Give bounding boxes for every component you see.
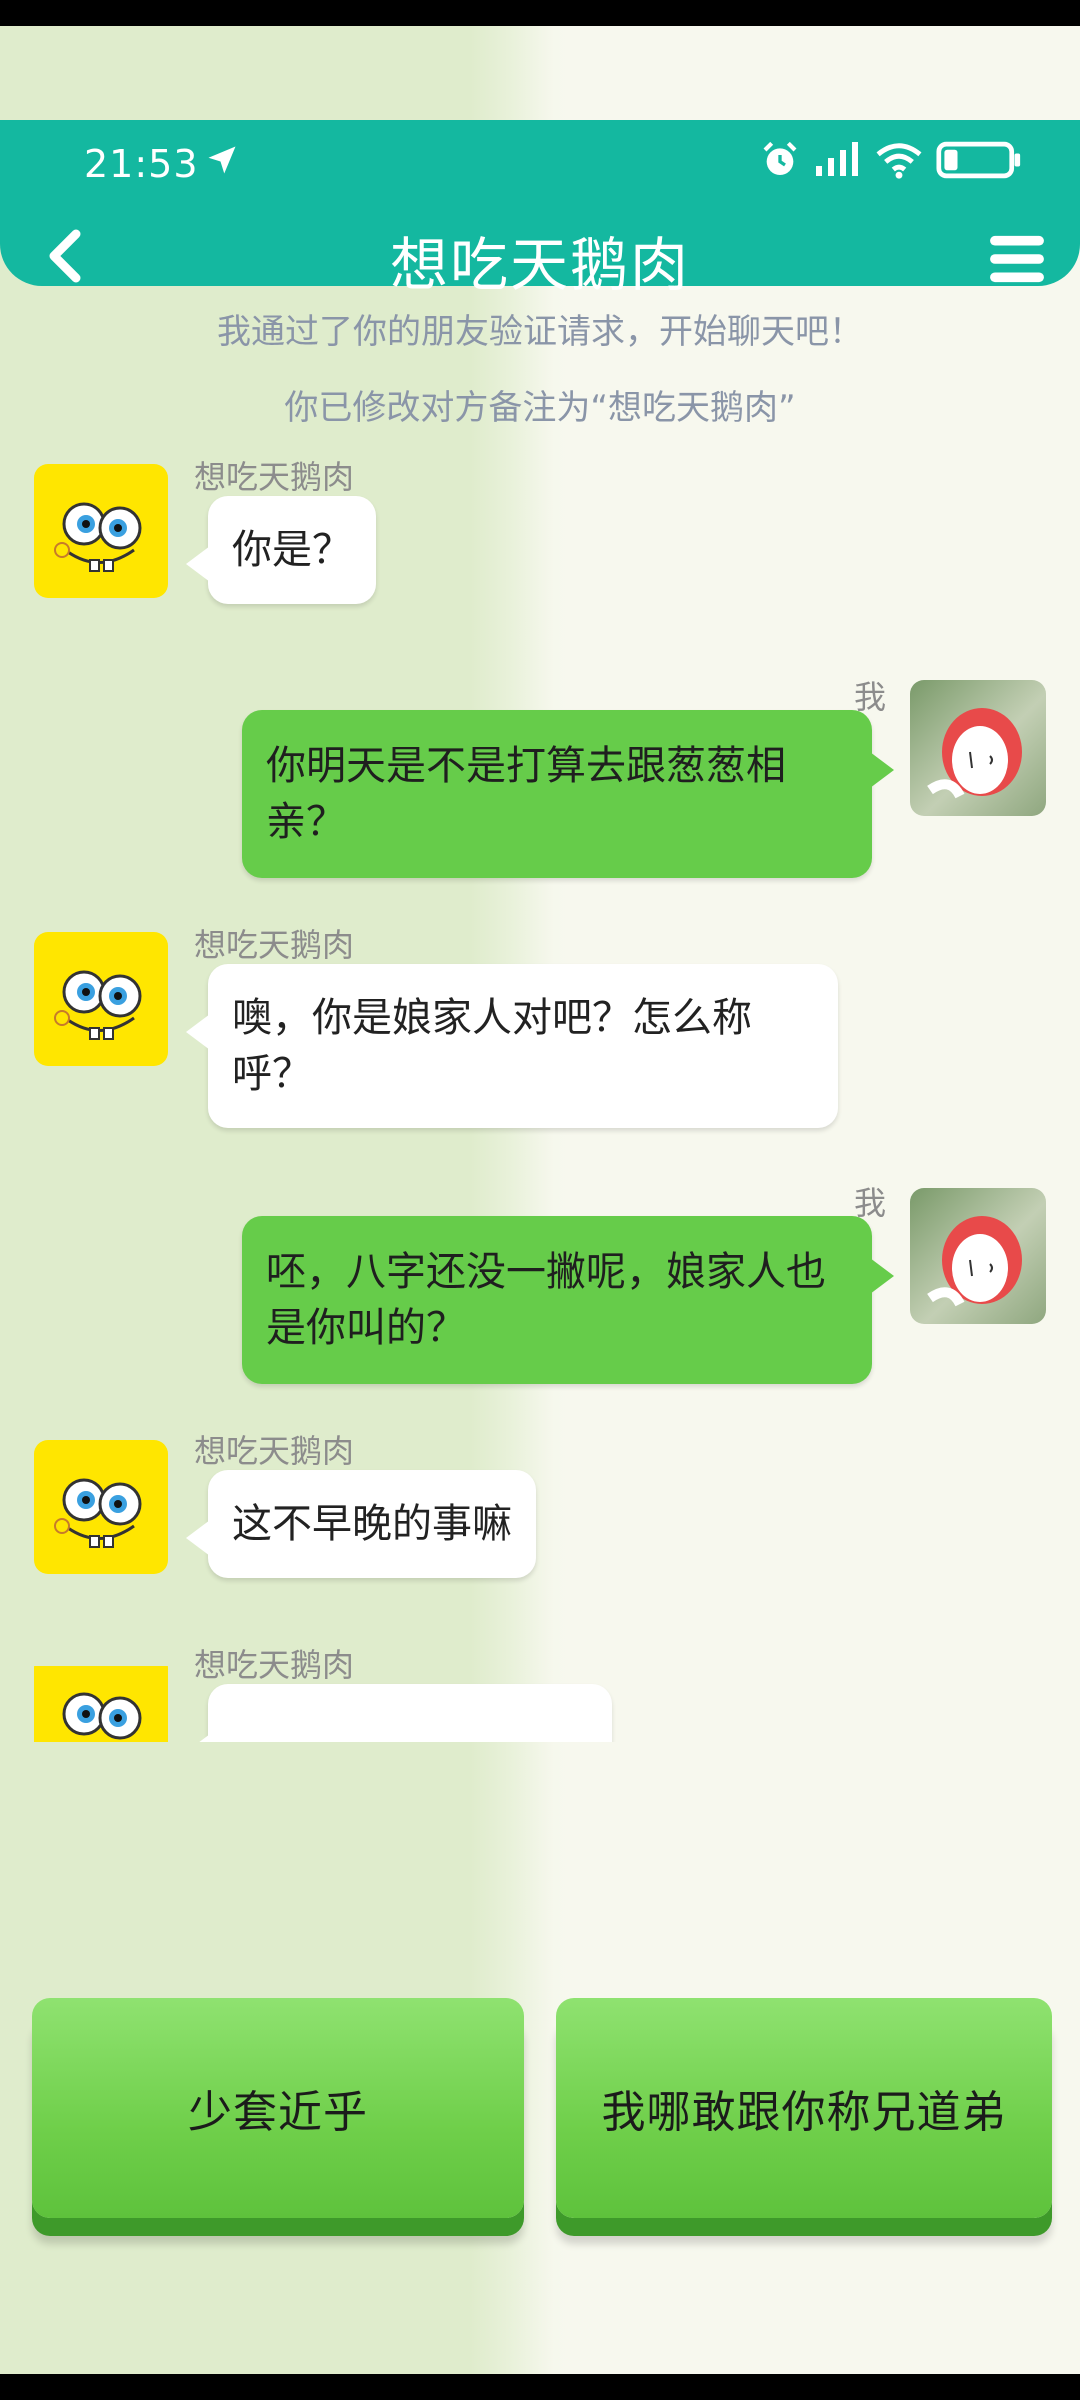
spongebob-avatar-icon (54, 970, 142, 1040)
system-message: 你已修改对方备注为“想吃天鹅肉” (284, 388, 796, 428)
sender-name: 想吃天鹅肉 (194, 926, 355, 964)
spongebob-avatar-icon (62, 1692, 142, 1740)
signal-icon (816, 142, 858, 176)
sender-name: 想吃天鹅肉 (194, 458, 355, 496)
alarm-icon (763, 141, 797, 175)
message-bubble-received[interactable] (186, 1684, 612, 1742)
system-message: 我通过了你的朋友验证请求，开始聊天吧！ (217, 312, 863, 352)
message-bubble-sent[interactable]: 呸，八字还没一撇呢，娘家人也是你叫的？ (242, 1216, 894, 1384)
cartoon-avatar-icon (927, 708, 1022, 799)
wifi-icon (876, 143, 922, 179)
status-icons (760, 140, 1022, 180)
contact-avatar[interactable] (34, 1666, 168, 1742)
message-bubble-received[interactable]: 这不早晚的事嘛 (186, 1470, 536, 1578)
contact-avatar[interactable] (34, 1440, 168, 1574)
status-time: 21:53 (84, 142, 199, 186)
message-list-clip (0, 1666, 1080, 1742)
message-bubble-received[interactable]: 噢，你是娘家人对吧？怎么称呼？ (186, 964, 838, 1128)
spongebob-avatar-icon (54, 502, 142, 572)
contact-avatar[interactable] (34, 932, 168, 1066)
my-avatar[interactable] (910, 1188, 1046, 1324)
battery-icon (936, 141, 1021, 179)
spongebob-avatar-icon (54, 1478, 142, 1548)
location-arrow-icon (208, 146, 236, 174)
choice-button-1[interactable]: 少套近乎 (32, 1998, 524, 2218)
sender-name: 想吃天鹅肉 (194, 1432, 355, 1470)
message-bubble-sent[interactable]: 你明天是不是打算去跟葱葱相亲？ (242, 710, 894, 878)
my-avatar[interactable] (910, 680, 1046, 816)
message-bubble-received[interactable]: 你是？ (186, 496, 376, 604)
cartoon-avatar-icon (927, 1216, 1022, 1307)
choice-button-2[interactable]: 我哪敢跟你称兄道弟 (556, 1998, 1052, 2218)
chat-screen: 21:53 想吃天鹅肉 我通过了你的朋友验证请求，开始聊天吧！ 你已修改对方备注… (0, 26, 1080, 2374)
contact-avatar[interactable] (34, 464, 168, 598)
menu-icon[interactable] (988, 234, 1046, 284)
chat-header: 21:53 想吃天鹅肉 (0, 120, 1080, 299)
chat-title: 想吃天鹅肉 (389, 231, 690, 299)
